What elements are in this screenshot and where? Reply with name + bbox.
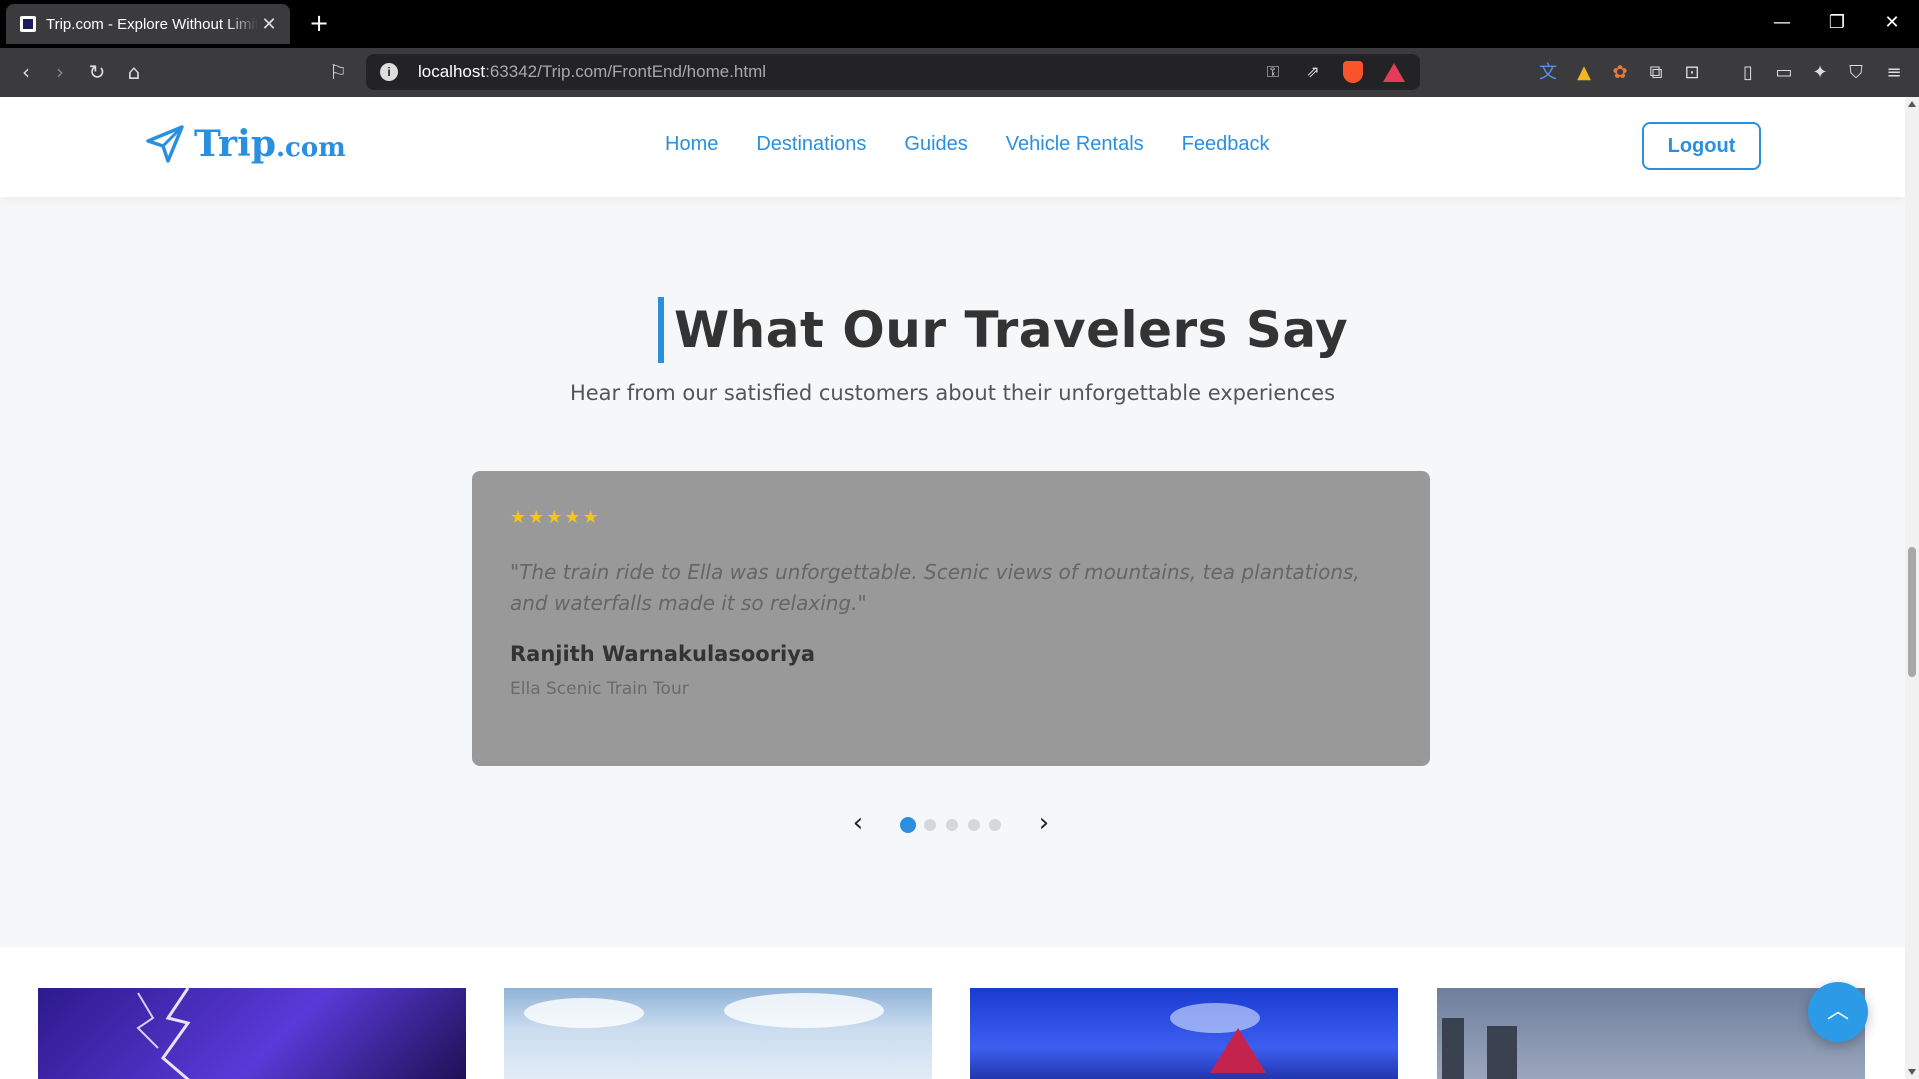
testimonial-quote: "The train ride to Ella was unforgettabl… <box>510 560 1360 615</box>
gallery-section <box>0 947 1905 1079</box>
page-scrollbar[interactable] <box>1905 97 1919 1079</box>
title-accent-bar <box>658 297 664 363</box>
logo-trip: Trip <box>194 123 276 165</box>
nav-feedback[interactable]: Feedback <box>1182 133 1270 156</box>
carousel-next-icon[interactable]: › <box>1029 809 1059 839</box>
lightning-graphic <box>136 988 191 1079</box>
reload-icon[interactable]: ↻ <box>82 57 112 87</box>
carnival-tent-shape <box>1210 1028 1266 1073</box>
scroll-down-icon[interactable] <box>1908 1069 1916 1075</box>
restore-icon[interactable]: ❐ <box>1815 6 1859 40</box>
chevron-up-icon: ︿ <box>1826 999 1849 1024</box>
nav-guides[interactable]: Guides <box>904 133 967 156</box>
sidebar-icon[interactable]: ▯ <box>1736 61 1760 85</box>
leo-ai-icon[interactable]: ✦ <box>1808 61 1832 85</box>
testimonial-card: ★★★★★ "The train ride to Ella was unforg… <box>472 471 1430 766</box>
minimize-icon[interactable]: — <box>1760 6 1804 40</box>
carousel-dot-3[interactable] <box>946 819 958 831</box>
cookie-icon[interactable]: ✿ <box>1608 61 1632 85</box>
testimonial-tour: Ella Scenic Train Tour <box>510 679 689 699</box>
home-icon[interactable]: ⌂ <box>119 57 149 87</box>
drive-icon[interactable]: ▲ <box>1572 61 1596 85</box>
building-shape <box>1442 1018 1464 1079</box>
scroll-thumb[interactable] <box>1908 547 1916 677</box>
carousel-controls: ‹ › <box>0 809 1905 839</box>
close-tab-icon[interactable]: ✕ <box>258 14 280 35</box>
extensions-icon[interactable]: ⧉ <box>1644 61 1668 85</box>
star-rating: ★★★★★ <box>510 507 601 528</box>
share-icon[interactable]: ⇗ <box>1302 62 1324 82</box>
nav-vehicle-rentals[interactable]: Vehicle Rentals <box>1006 133 1144 156</box>
cloud-shape <box>724 993 884 1028</box>
wallet-icon[interactable]: ▭ <box>1772 61 1796 85</box>
key-icon[interactable]: ⚿ <box>1262 62 1284 82</box>
page: Trip.com Home Destinations Guides Vehicl… <box>0 97 1905 1079</box>
nav-destinations[interactable]: Destinations <box>756 133 866 156</box>
scroll-up-icon[interactable] <box>1908 101 1916 107</box>
site-info-icon[interactable]: i <box>380 63 398 81</box>
testimonial-author: Ranjith Warnakulasooriya <box>510 642 816 666</box>
new-tab-button[interactable]: + <box>304 8 334 38</box>
paper-plane-icon <box>146 125 184 163</box>
browser-tab[interactable]: Trip.com - Explore Without Limits ✕ <box>6 4 290 44</box>
brave-rewards-icon[interactable] <box>1383 63 1405 82</box>
tab-title: Trip.com - Explore Without Limits <box>46 15 258 33</box>
carousel-dot-5[interactable] <box>989 819 1001 831</box>
logo-text: Trip.com <box>194 123 346 165</box>
forward-icon[interactable]: › <box>45 57 75 87</box>
menu-icon[interactable]: ≡ <box>1882 61 1906 85</box>
back-icon[interactable]: ‹ <box>11 57 41 87</box>
gallery-image-city[interactable] <box>1437 988 1865 1079</box>
section-title: What Our Travelers Say <box>674 301 1349 359</box>
carousel-dot-4[interactable] <box>968 819 980 831</box>
translate-icon[interactable]: 文 <box>1536 61 1560 85</box>
site-header: Trip.com Home Destinations Guides Vehicl… <box>0 97 1905 197</box>
back-to-top-button[interactable]: ︿ <box>1808 982 1868 1042</box>
building-shape <box>1487 1026 1517 1079</box>
bookmark-icon[interactable]: ⚐ <box>323 57 353 87</box>
close-window-icon[interactable]: ✕ <box>1870 6 1914 40</box>
cloud-shape <box>524 998 644 1028</box>
carousel-dot-1[interactable] <box>900 817 916 833</box>
nav-home[interactable]: Home <box>665 133 718 156</box>
browser-tabbar: Trip.com - Explore Without Limits ✕ + — … <box>0 0 1919 48</box>
url-host: localhost <box>418 62 486 81</box>
logo-com: .com <box>275 133 346 163</box>
logout-button[interactable]: Logout <box>1642 122 1761 170</box>
vpn-icon[interactable]: ⛉ <box>1844 61 1868 85</box>
browser-toolbar: ‹ › ↻ ⌂ ⚐ i localhost:63342/Trip.com/Fro… <box>0 48 1919 97</box>
section-title-wrap: What Our Travelers Say <box>658 297 1348 363</box>
carousel-prev-icon[interactable]: ‹ <box>843 809 873 839</box>
url-path: :63342/Trip.com/FrontEnd/home.html <box>485 62 767 81</box>
address-bar[interactable]: i localhost:63342/Trip.com/FrontEnd/home… <box>366 54 1420 90</box>
gallery-image-lightning[interactable] <box>38 988 466 1079</box>
gallery-image-sky[interactable] <box>504 988 932 1079</box>
main-nav: Home Destinations Guides Vehicle Rentals… <box>665 133 1308 156</box>
brave-shield-icon[interactable] <box>1343 61 1363 83</box>
tab-favicon-icon <box>20 16 36 32</box>
site-logo[interactable]: Trip.com <box>144 123 346 165</box>
section-subtitle: Hear from our satisfied customers about … <box>569 381 1336 405</box>
carousel-dot-2[interactable] <box>924 819 936 831</box>
gallery-image-carnival[interactable] <box>970 988 1398 1079</box>
screenshot-icon[interactable]: ⊡ <box>1680 61 1704 85</box>
